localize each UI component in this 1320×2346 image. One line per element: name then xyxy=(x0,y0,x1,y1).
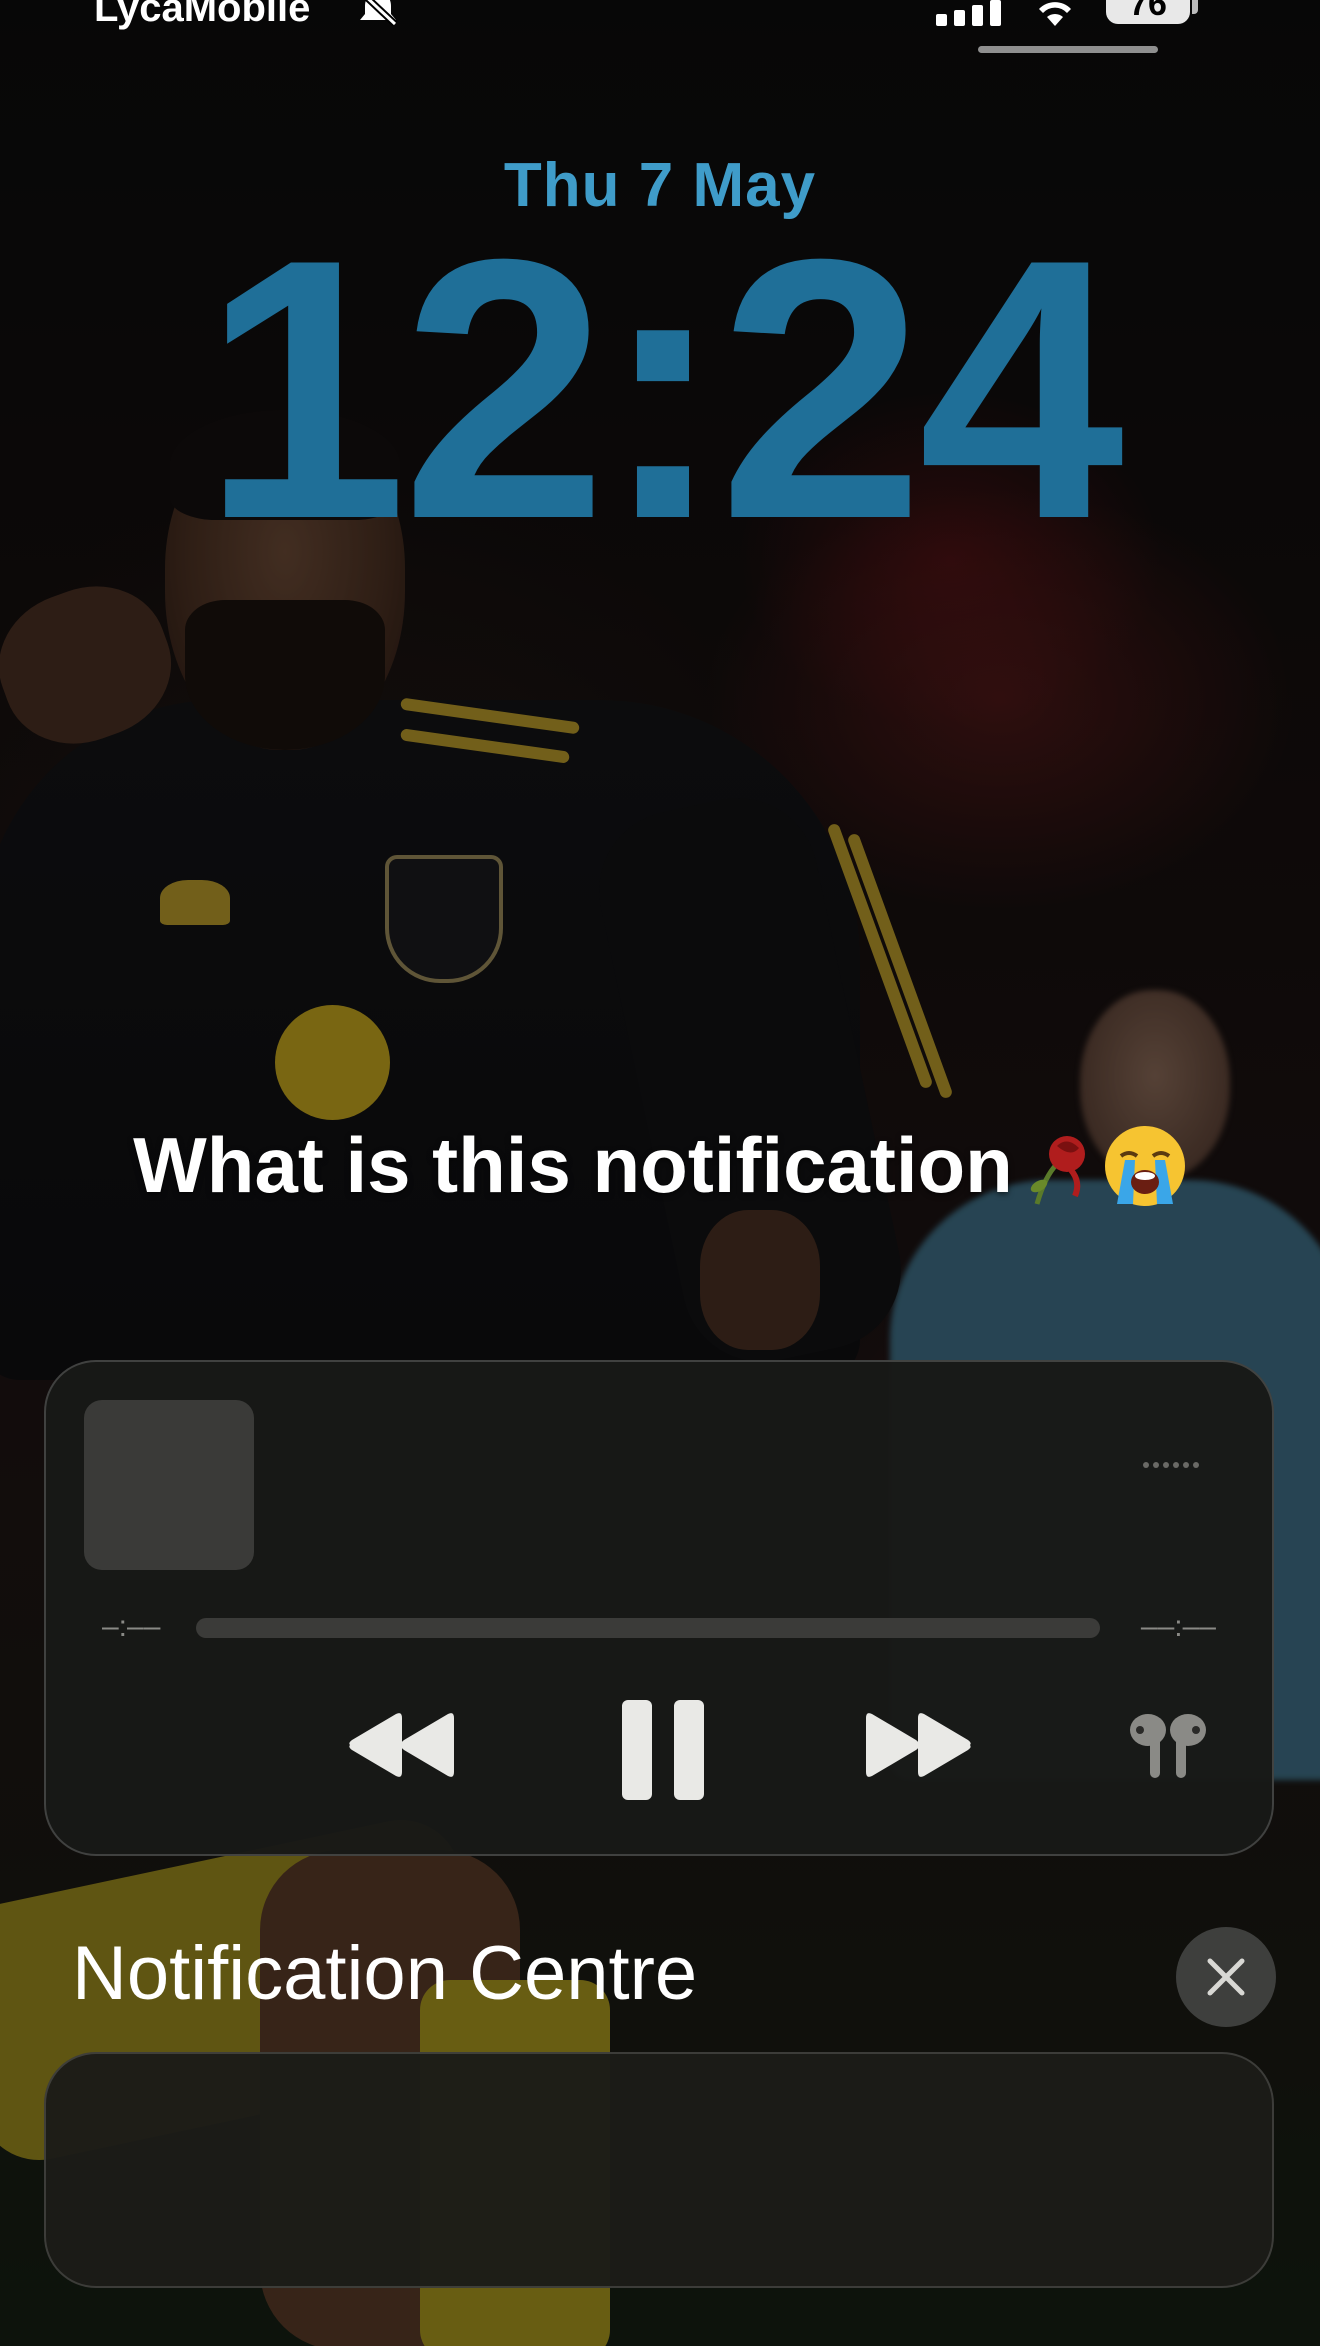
notification-centre-title: Notification Centre xyxy=(72,1931,698,2016)
album-artwork[interactable] xyxy=(84,1400,254,1570)
close-icon xyxy=(1207,1958,1245,1996)
notification-card[interactable] xyxy=(44,2052,1274,2288)
rewind-icon[interactable] xyxy=(346,1710,458,1780)
status-bar: LycaMobile 76 xyxy=(0,0,1320,60)
grabber-bar[interactable] xyxy=(978,46,1158,53)
bell-slash-icon xyxy=(360,0,398,26)
wifi-icon xyxy=(1039,2,1071,26)
fast-forward-icon[interactable] xyxy=(862,1710,974,1780)
elapsed-time: –:–– xyxy=(102,1610,161,1643)
playback-scrubber[interactable] xyxy=(196,1618,1100,1638)
wilted-rose-icon xyxy=(1030,1135,1085,1205)
more-dots-icon[interactable] xyxy=(1142,1461,1204,1469)
caption-overlay: What is this notification xyxy=(0,1120,1320,1211)
carrier-name: LycaMobile xyxy=(94,0,311,30)
battery-icon: 76 xyxy=(1106,0,1190,24)
loudly-crying-face-icon xyxy=(1104,1125,1185,1206)
cellular-signal-icon xyxy=(936,0,1001,26)
now-playing-card[interactable]: –:–– ––:–– xyxy=(44,1360,1274,1856)
lock-screen-time: 12:24 xyxy=(201,183,1124,596)
remaining-time: ––:–– xyxy=(1140,1610,1216,1643)
pause-icon[interactable] xyxy=(622,1700,704,1800)
close-button[interactable] xyxy=(1176,1927,1276,2027)
battery-cap xyxy=(1192,0,1198,14)
airpods-icon[interactable] xyxy=(1122,1712,1214,1778)
caption-text: What is this notification xyxy=(133,1121,1013,1209)
